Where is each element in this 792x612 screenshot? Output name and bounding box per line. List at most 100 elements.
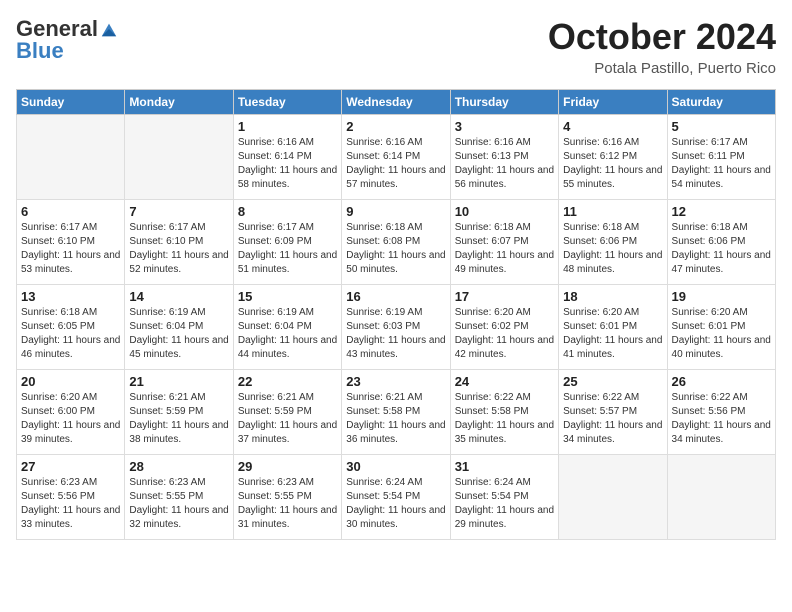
calendar-cell: 25Sunrise: 6:22 AMSunset: 5:57 PMDayligh…: [559, 370, 667, 455]
day-number: 24: [455, 374, 554, 389]
calendar-body: 1 Sunrise: 6:16 AMSunset: 6:14 PMDaylight…: [17, 115, 776, 540]
calendar-week-5: 27 Sunrise: 6:23 AMSunset: 5:56 PMDayligh…: [17, 455, 776, 540]
calendar-cell: 5 Sunrise: 6:17 AMSunset: 6:11 PMDaylight…: [667, 115, 775, 200]
calendar-cell: 9 Sunrise: 6:18 AMSunset: 6:08 PMDaylight…: [342, 200, 450, 285]
day-number: 28: [129, 459, 228, 474]
day-info: Sunrise: 6:23 AMSunset: 5:55 PMDaylight:…: [238, 476, 337, 532]
calendar-cell: 16 Sunrise: 6:19 AMSunset: 6:03 PMDayligh…: [342, 285, 450, 370]
day-number: 11: [563, 204, 662, 219]
day-info: Sunrise: 6:18 AMSunset: 6:06 PMDaylight:…: [563, 221, 662, 277]
day-info: Sunrise: 6:20 AMSunset: 6:00 PMDaylight:…: [21, 391, 120, 447]
calendar-cell: 17 Sunrise: 6:20 AMSunset: 6:02 PMDayligh…: [450, 285, 558, 370]
day-number: 23: [346, 374, 445, 389]
weekday-header-saturday: Saturday: [667, 90, 775, 115]
weekday-header-sunday: Sunday: [17, 90, 125, 115]
calendar-cell: 31 Sunrise: 6:24 AMSunset: 5:54 PMDayligh…: [450, 455, 558, 540]
logo-icon: [100, 20, 118, 38]
day-info: Sunrise: 6:16 AMSunset: 6:14 PMDaylight:…: [238, 136, 337, 192]
calendar-cell: 1 Sunrise: 6:16 AMSunset: 6:14 PMDaylight…: [233, 115, 341, 200]
calendar-cell: 6Sunrise: 6:17 AMSunset: 6:10 PMDaylight…: [17, 200, 125, 285]
page-header: General Blue October 2024 Potala Pastill…: [16, 16, 776, 77]
calendar-cell: 4Sunrise: 6:16 AMSunset: 6:12 PMDaylight…: [559, 115, 667, 200]
day-number: 31: [455, 459, 554, 474]
day-number: 21: [129, 374, 228, 389]
day-number: 20: [21, 374, 120, 389]
calendar-week-4: 20 Sunrise: 6:20 AMSunset: 6:00 PMDayligh…: [17, 370, 776, 455]
day-info: Sunrise: 6:17 AMSunset: 6:09 PMDaylight:…: [238, 221, 337, 277]
day-number: 8: [238, 204, 337, 219]
calendar-week-3: 13 Sunrise: 6:18 AMSunset: 6:05 PMDayligh…: [17, 285, 776, 370]
day-info: Sunrise: 6:16 AMSunset: 6:13 PMDaylight:…: [455, 136, 554, 192]
day-number: 10: [455, 204, 554, 219]
calendar-cell: [667, 455, 775, 540]
weekday-header-monday: Monday: [125, 90, 233, 115]
logo-blue-text: Blue: [16, 38, 64, 64]
day-info: Sunrise: 6:24 AMSunset: 5:54 PMDaylight:…: [455, 476, 554, 532]
weekday-header-friday: Friday: [559, 90, 667, 115]
calendar-cell: 21 Sunrise: 6:21 AMSunset: 5:59 PMDayligh…: [125, 370, 233, 455]
calendar-week-1: 1 Sunrise: 6:16 AMSunset: 6:14 PMDaylight…: [17, 115, 776, 200]
day-info: Sunrise: 6:24 AMSunset: 5:54 PMDaylight:…: [346, 476, 445, 532]
day-number: 22: [238, 374, 337, 389]
calendar-cell: 18 Sunrise: 6:20 AMSunset: 6:01 PMDayligh…: [559, 285, 667, 370]
calendar-cell: 7Sunrise: 6:17 AMSunset: 6:10 PMDaylight…: [125, 200, 233, 285]
day-info: Sunrise: 6:22 AMSunset: 5:58 PMDaylight:…: [455, 391, 554, 447]
calendar-cell: 2 Sunrise: 6:16 AMSunset: 6:14 PMDaylight…: [342, 115, 450, 200]
calendar-cell: [559, 455, 667, 540]
calendar-cell: 3Sunrise: 6:16 AMSunset: 6:13 PMDaylight…: [450, 115, 558, 200]
day-number: 19: [672, 289, 771, 304]
calendar-cell: 24 Sunrise: 6:22 AMSunset: 5:58 PMDayligh…: [450, 370, 558, 455]
title-block: October 2024 Potala Pastillo, Puerto Ric…: [548, 16, 776, 77]
day-info: Sunrise: 6:20 AMSunset: 6:02 PMDaylight:…: [455, 306, 554, 362]
day-number: 6: [21, 204, 120, 219]
day-info: Sunrise: 6:17 AMSunset: 6:11 PMDaylight:…: [672, 136, 771, 192]
day-info: Sunrise: 6:19 AMSunset: 6:03 PMDaylight:…: [346, 306, 445, 362]
calendar-cell: 14 Sunrise: 6:19 AMSunset: 6:04 PMDayligh…: [125, 285, 233, 370]
calendar-cell: 20 Sunrise: 6:20 AMSunset: 6:00 PMDayligh…: [17, 370, 125, 455]
calendar-cell: 23Sunrise: 6:21 AMSunset: 5:58 PMDayligh…: [342, 370, 450, 455]
day-number: 26: [672, 374, 771, 389]
day-info: Sunrise: 6:21 AMSunset: 5:59 PMDaylight:…: [129, 391, 228, 447]
day-info: Sunrise: 6:20 AMSunset: 6:01 PMDaylight:…: [672, 306, 771, 362]
day-number: 16: [346, 289, 445, 304]
day-number: 13: [21, 289, 120, 304]
day-info: Sunrise: 6:22 AMSunset: 5:56 PMDaylight:…: [672, 391, 771, 447]
day-number: 27: [21, 459, 120, 474]
day-number: 17: [455, 289, 554, 304]
logo: General Blue: [16, 16, 118, 64]
day-info: Sunrise: 6:22 AMSunset: 5:57 PMDaylight:…: [563, 391, 662, 447]
calendar-cell: 29Sunrise: 6:23 AMSunset: 5:55 PMDayligh…: [233, 455, 341, 540]
day-info: Sunrise: 6:23 AMSunset: 5:56 PMDaylight:…: [21, 476, 120, 532]
day-info: Sunrise: 6:18 AMSunset: 6:07 PMDaylight:…: [455, 221, 554, 277]
location: Potala Pastillo, Puerto Rico: [548, 60, 776, 77]
day-number: 9: [346, 204, 445, 219]
day-number: 1: [238, 119, 337, 134]
day-number: 30: [346, 459, 445, 474]
day-number: 14: [129, 289, 228, 304]
day-info: Sunrise: 6:23 AMSunset: 5:55 PMDaylight:…: [129, 476, 228, 532]
day-info: Sunrise: 6:18 AMSunset: 6:08 PMDaylight:…: [346, 221, 445, 277]
day-number: 18: [563, 289, 662, 304]
day-number: 12: [672, 204, 771, 219]
calendar-table: SundayMondayTuesdayWednesdayThursdayFrid…: [16, 89, 776, 540]
day-info: Sunrise: 6:16 AMSunset: 6:14 PMDaylight:…: [346, 136, 445, 192]
day-info: Sunrise: 6:19 AMSunset: 6:04 PMDaylight:…: [129, 306, 228, 362]
day-info: Sunrise: 6:18 AMSunset: 6:05 PMDaylight:…: [21, 306, 120, 362]
day-number: 4: [563, 119, 662, 134]
calendar-cell: 30 Sunrise: 6:24 AMSunset: 5:54 PMDayligh…: [342, 455, 450, 540]
calendar-week-2: 6Sunrise: 6:17 AMSunset: 6:10 PMDaylight…: [17, 200, 776, 285]
calendar-cell: 19 Sunrise: 6:20 AMSunset: 6:01 PMDayligh…: [667, 285, 775, 370]
calendar-cell: 26 Sunrise: 6:22 AMSunset: 5:56 PMDayligh…: [667, 370, 775, 455]
day-info: Sunrise: 6:20 AMSunset: 6:01 PMDaylight:…: [563, 306, 662, 362]
weekday-header-tuesday: Tuesday: [233, 90, 341, 115]
day-number: 2: [346, 119, 445, 134]
day-number: 15: [238, 289, 337, 304]
calendar-cell: 11 Sunrise: 6:18 AMSunset: 6:06 PMDayligh…: [559, 200, 667, 285]
day-info: Sunrise: 6:18 AMSunset: 6:06 PMDaylight:…: [672, 221, 771, 277]
calendar-cell: 28 Sunrise: 6:23 AMSunset: 5:55 PMDayligh…: [125, 455, 233, 540]
calendar-cell: 10 Sunrise: 6:18 AMSunset: 6:07 PMDayligh…: [450, 200, 558, 285]
calendar-cell: 15Sunrise: 6:19 AMSunset: 6:04 PMDayligh…: [233, 285, 341, 370]
calendar-header: SundayMondayTuesdayWednesdayThursdayFrid…: [17, 90, 776, 115]
day-number: 5: [672, 119, 771, 134]
weekday-row: SundayMondayTuesdayWednesdayThursdayFrid…: [17, 90, 776, 115]
